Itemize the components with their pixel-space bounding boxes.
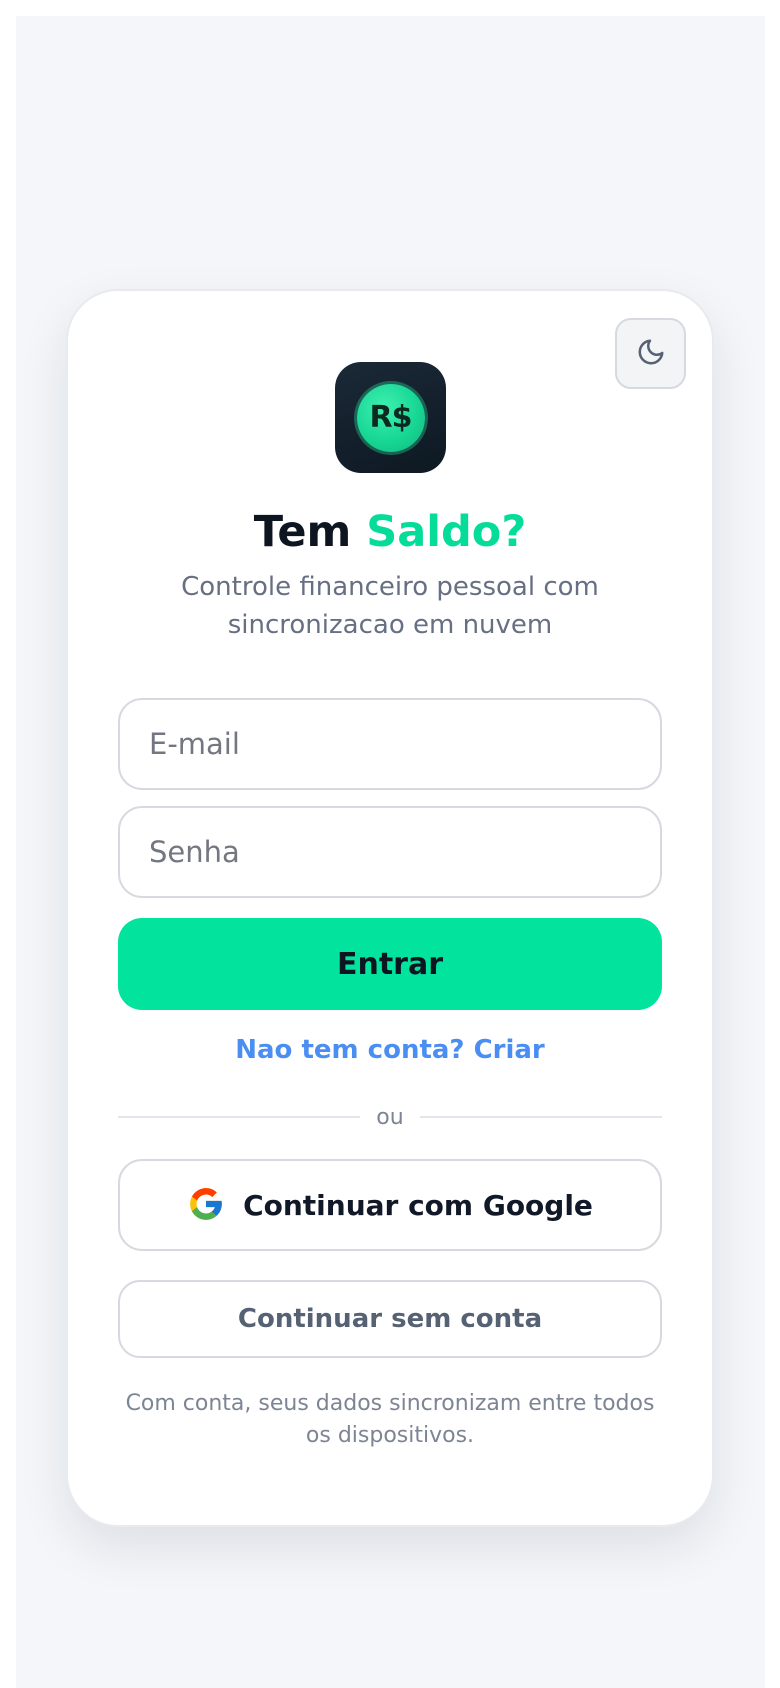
divider-line-left [118,1116,361,1118]
password-input[interactable] [118,806,662,898]
title-accent: Saldo? [366,507,527,557]
app-logo: R$ [335,362,446,473]
logo-text: R$ [369,400,413,435]
or-divider: ou [118,1102,662,1132]
guest-login-button[interactable]: Continuar sem conta [118,1280,662,1358]
moon-icon [636,337,666,370]
sync-footnote: Com conta, seus dados sincronizam entre … [125,1391,655,1448]
google-button-label: Continuar com Google [243,1188,593,1222]
coin-icon: R$ [356,383,425,452]
theme-toggle-button[interactable] [615,318,686,389]
login-button[interactable]: Entrar [118,918,662,1010]
google-login-button[interactable]: Continuar com Google [118,1159,662,1251]
divider-line-right [419,1116,662,1118]
google-icon [187,1185,225,1226]
title-main: Tem [253,507,352,557]
email-input[interactable] [118,698,662,790]
signup-link[interactable]: Nao tem conta? Criar [118,1032,662,1068]
divider-label: ou [376,1104,404,1130]
page-subtitle: Controle financeiro pessoal com sincroni… [181,572,599,640]
page-title: Tem Saldo? [66,502,714,562]
